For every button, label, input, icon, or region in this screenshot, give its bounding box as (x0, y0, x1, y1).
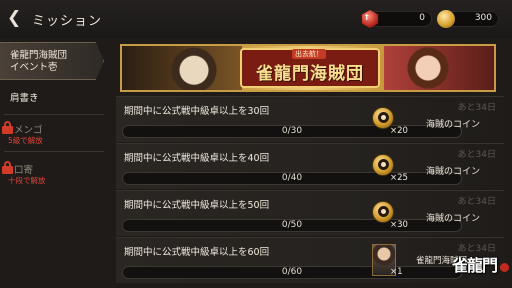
mission-row[interactable]: 期間中に公式戦中級卓以上を50回 あと34日 0/50 ×30 海賊のコイン (116, 190, 504, 236)
logo-badge-icon (500, 263, 509, 272)
logo-text: 雀龍門 (452, 256, 498, 275)
game-logo: 雀龍門 (452, 252, 512, 288)
sidebar-item-label: メンゴ (14, 125, 43, 136)
reward-quantity: ×20 (390, 126, 408, 136)
mission-text: 期間中に公式戦中級卓以上を30回 (124, 106, 270, 117)
gem-count: 0 (419, 13, 425, 23)
progress-bar: 0/30 (122, 125, 462, 138)
sidebar-item-titles[interactable]: 肩書き (0, 86, 104, 112)
progress-text: 0/50 (281, 220, 303, 230)
sidebar-item-label: 口寄 (14, 165, 34, 176)
banner-title-plate: 出去航！ 雀龍門海賊団 (240, 48, 380, 88)
chevron-left-icon[interactable]: ❮ (7, 9, 25, 27)
coin-currency-display[interactable]: 300 (437, 10, 499, 28)
mission-row[interactable]: 期間中に公式戦中級卓以上を30回 あと34日 0/30 ×20 海賊のコイン (116, 96, 504, 142)
top-bar: ❮ ミッション † 0 300 (0, 0, 512, 38)
progress-bar: 0/40 (122, 172, 462, 185)
mission-row[interactable]: 期間中に公式戦中級卓以上を60回 あと34日 0/60 ×1 雀龍門海賊団 (116, 237, 504, 283)
mission-row[interactable]: 期間中に公式戦中級卓以上を40回 あと34日 0/40 ×25 海賊のコイン (116, 143, 504, 189)
banner-subtitle: 出去航！ (292, 49, 326, 59)
progress-text: 0/30 (281, 126, 303, 136)
gold-coin-icon (437, 10, 455, 28)
unlock-condition: 5級で解放 (8, 136, 43, 145)
sidebar-item-label: 肩書き (10, 93, 39, 104)
days-remaining: あと34日 (457, 150, 496, 160)
reward-name: 海賊のコイン (426, 167, 481, 177)
days-remaining: あと34日 (457, 197, 496, 207)
event-banner: 出去航！ 雀龍門海賊団 (120, 44, 496, 92)
progress-text: 0/40 (281, 173, 303, 183)
red-gem-icon: † (361, 10, 379, 28)
mission-text: 期間中に公式戦中級卓以上を60回 (124, 247, 270, 258)
page-title: ミッション (32, 14, 103, 29)
lock-icon (2, 121, 13, 134)
gem-currency-display[interactable]: † 0 (361, 10, 432, 28)
reward-name: 海賊のコイン (426, 120, 481, 130)
divider (4, 114, 104, 115)
sidebar: 雀龍門海賊団 イベント壱 肩書き メンゴ 5級で解放 口寄 十段で解放 (0, 38, 112, 288)
progress-bar: 0/60 (122, 266, 462, 279)
mission-text: 期間中に公式戦中級卓以上を50回 (124, 200, 270, 211)
progress-text: 0/60 (281, 267, 303, 277)
sidebar-item-locked-2[interactable]: 口寄 十段で解放 (0, 158, 104, 188)
unlock-condition: 十段で解放 (8, 176, 46, 185)
reward-name: 海賊のコイン (426, 214, 481, 224)
coin-count: 300 (474, 13, 492, 23)
reward-quantity: ×30 (390, 220, 408, 230)
lock-icon (2, 161, 13, 174)
sidebar-item-label: 雀龍門海賊団 イベント壱 (10, 50, 68, 73)
banner-title: 雀龍門海賊団 (256, 64, 364, 84)
banner-art-left (122, 46, 242, 90)
reward-quantity: ×1 (390, 267, 403, 277)
reward-quantity: ×25 (390, 173, 408, 183)
divider (4, 151, 104, 152)
mission-text: 期間中に公式戦中級卓以上を40回 (124, 153, 270, 164)
sidebar-item-event-mission[interactable]: 雀龍門海賊団 イベント壱 (0, 42, 104, 80)
progress-bar: 0/50 (122, 219, 462, 232)
banner-art-right (384, 46, 494, 90)
sidebar-item-locked-1[interactable]: メンゴ 5級で解放 (0, 118, 104, 148)
days-remaining: あと34日 (457, 103, 496, 113)
